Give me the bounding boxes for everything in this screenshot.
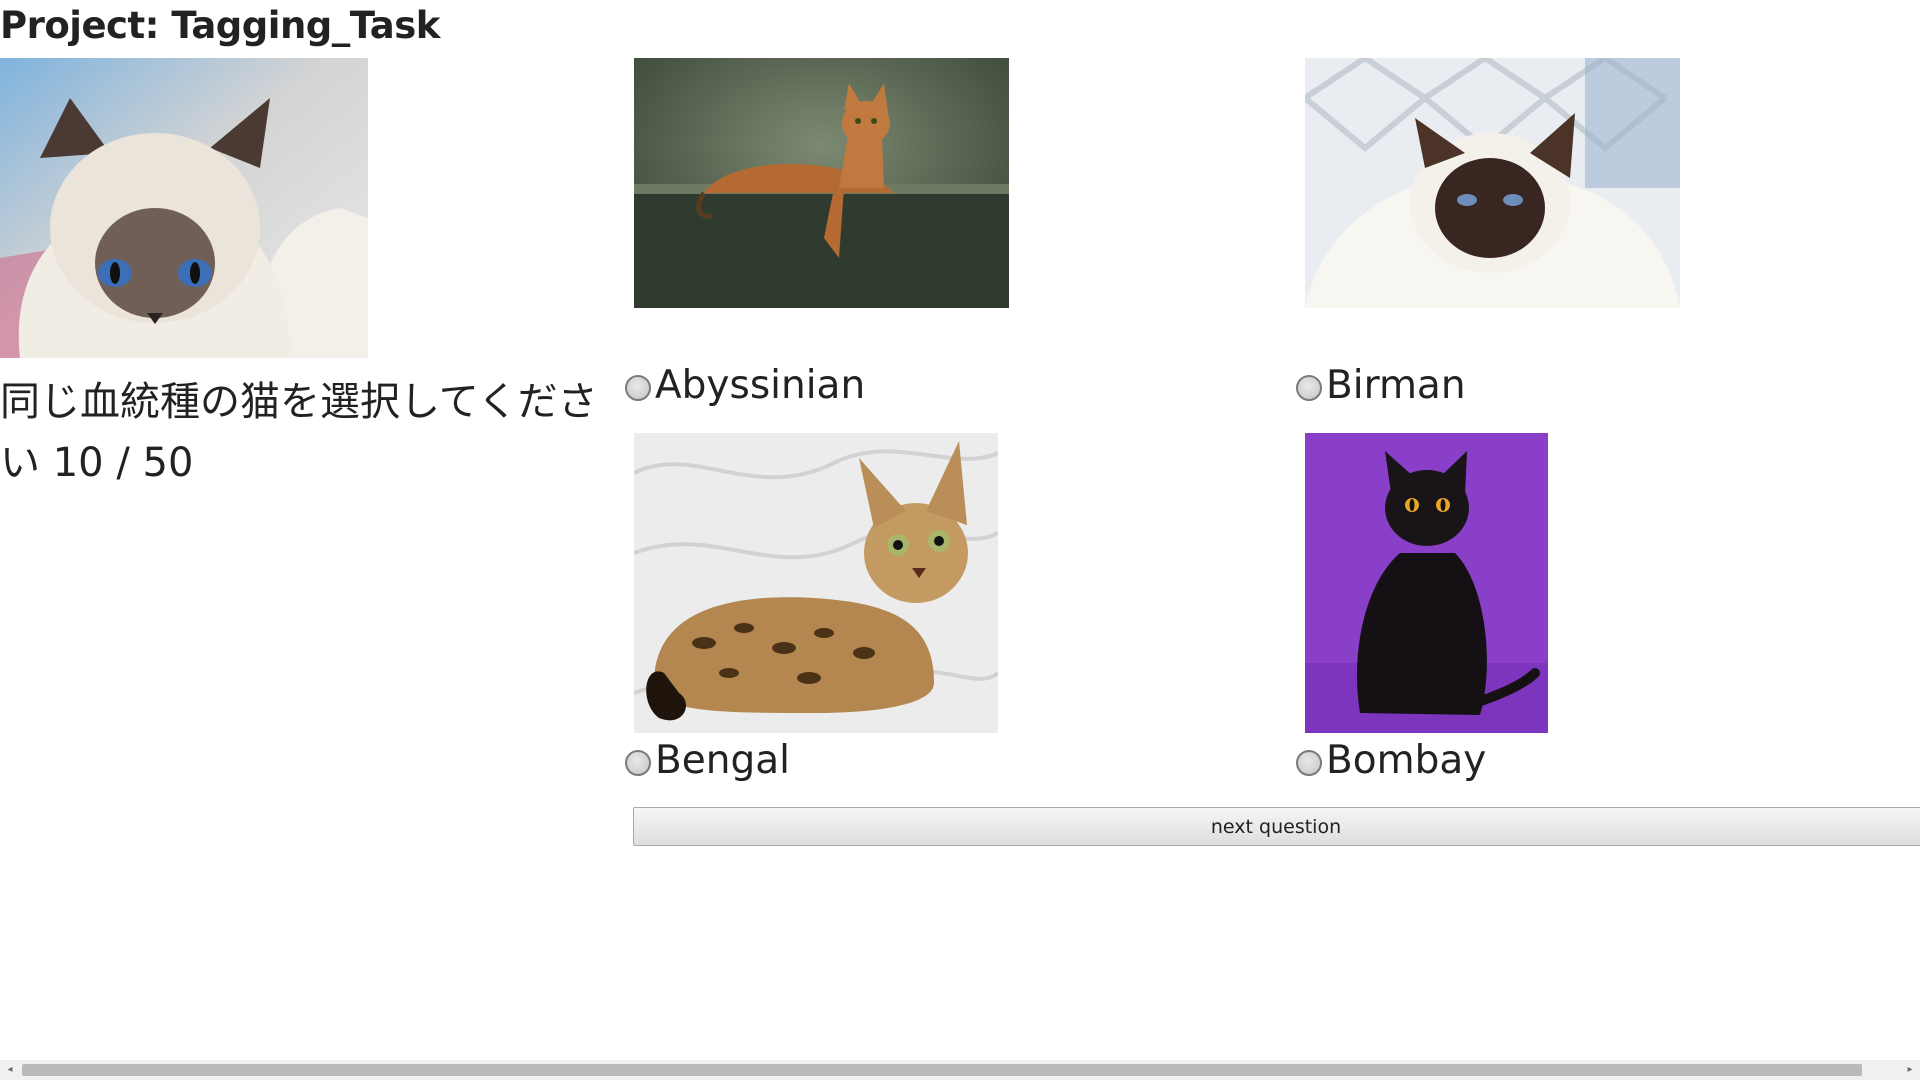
page-title: Project: Tagging_Task <box>0 4 440 47</box>
option-abyssinian[interactable]: Abyssinian <box>625 360 865 410</box>
scroll-right-arrow-icon[interactable]: ▸ <box>1900 1060 1920 1080</box>
option-bombay[interactable]: Bombay <box>1296 735 1486 785</box>
option-image-bombay[interactable] <box>1305 433 1548 733</box>
radio-unchecked-icon[interactable] <box>1296 750 1322 776</box>
scrollbar-thumb[interactable] <box>22 1064 1862 1076</box>
option-birman[interactable]: Birman <box>1296 360 1466 410</box>
horizontal-scrollbar[interactable]: ◂ ▸ <box>0 1060 1920 1080</box>
next-question-button[interactable]: next question <box>633 807 1920 846</box>
option-image-abyssinian[interactable] <box>634 58 1009 308</box>
radio-unchecked-icon[interactable] <box>625 750 651 776</box>
option-image-birman[interactable] <box>1305 58 1680 308</box>
option-label-abyssinian: Abyssinian <box>655 362 866 408</box>
option-bengal[interactable]: Bengal <box>625 735 790 785</box>
radio-unchecked-icon[interactable] <box>625 375 651 401</box>
radio-unchecked-icon[interactable] <box>1296 375 1322 401</box>
option-label-birman: Birman <box>1326 362 1466 408</box>
query-cat-image <box>0 58 368 358</box>
scroll-left-arrow-icon[interactable]: ◂ <box>0 1060 20 1080</box>
option-label-bengal: Bengal <box>655 737 790 783</box>
question-text: 同じ血統種の猫を選択してください 10 / 50 <box>0 379 598 486</box>
option-image-bengal[interactable] <box>634 433 998 733</box>
option-label-bombay: Bombay <box>1326 737 1487 783</box>
